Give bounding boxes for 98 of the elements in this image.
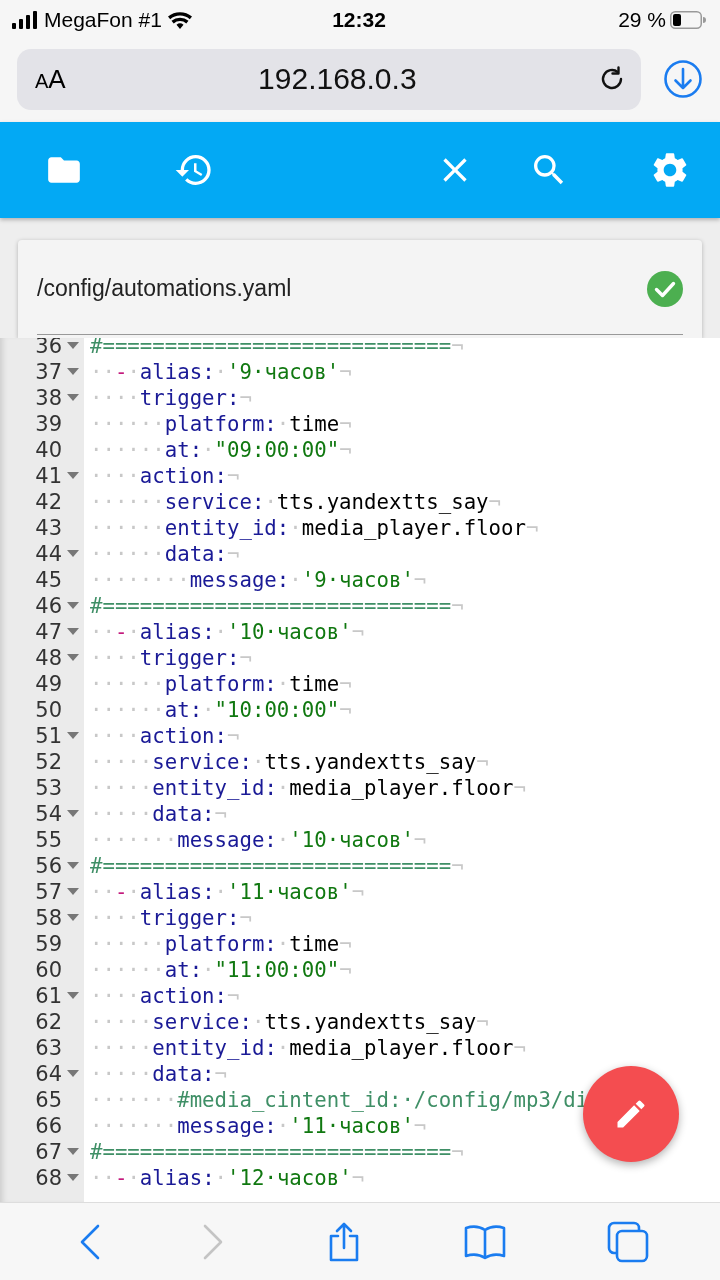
- wifi-icon: [167, 11, 192, 29]
- code-line: ··-·alias:·'12·часов'¬: [89, 1165, 365, 1191]
- code-line: ······data:¬: [89, 541, 240, 567]
- fold-arrow-icon[interactable]: [67, 394, 79, 402]
- line-number: 54: [34, 801, 62, 827]
- url-text: 192.168.0.3: [257, 62, 418, 96]
- fold-arrow-icon[interactable]: [67, 654, 79, 662]
- code-line: ····action:¬: [89, 983, 240, 1009]
- fold-arrow-icon[interactable]: [67, 628, 79, 636]
- address-field[interactable]: AA 192.168.0.3: [17, 48, 641, 110]
- code-line: ·····data:¬: [89, 801, 228, 827]
- code-line: ·······message:·'11·часов'¬: [89, 1113, 427, 1139]
- code-line: ··-·alias:·'9·часов'¬: [89, 359, 352, 385]
- code-line: ··-·alias:·'10·часов'¬: [89, 619, 365, 645]
- fold-arrow-icon[interactable]: [67, 1070, 79, 1078]
- line-number: 57: [34, 879, 62, 905]
- bookmarks-icon[interactable]: [463, 1223, 506, 1260]
- code-line: ····trigger:¬: [89, 385, 252, 411]
- fold-arrow-icon[interactable]: [67, 862, 79, 870]
- code-line: ·····entity_id:·media_player.floor¬: [89, 775, 526, 801]
- code-line: #============================¬: [89, 1139, 464, 1165]
- line-number: 49: [34, 671, 62, 697]
- line-number: 66: [34, 1113, 62, 1139]
- line-number: 44: [34, 541, 62, 567]
- code-line: ·····data:¬: [89, 1061, 228, 1087]
- line-number: 61: [34, 983, 62, 1009]
- valid-check-icon: [647, 270, 683, 307]
- path-field[interactable]: /config/automations.yaml: [37, 240, 683, 335]
- line-number: 67: [34, 1139, 62, 1165]
- line-number: 41: [34, 463, 62, 489]
- code-line: ······platform:·time¬: [89, 931, 352, 957]
- line-number: 36: [34, 338, 62, 359]
- line-number: 52: [34, 749, 62, 775]
- code-line: ······entity_id:·media_player.floor¬: [89, 515, 539, 541]
- code-line: ······at:·"11:00:00"¬: [89, 957, 352, 983]
- fold-arrow-icon[interactable]: [67, 1174, 79, 1182]
- code-line: ·······message:·'10·часов'¬: [89, 827, 427, 853]
- text-size-button[interactable]: AA: [35, 63, 66, 95]
- code-line: ····trigger:¬: [89, 905, 252, 931]
- line-number: 58: [34, 905, 62, 931]
- line-number: 55: [34, 827, 62, 853]
- line-number: 65: [34, 1087, 62, 1113]
- fold-arrow-icon[interactable]: [67, 550, 79, 558]
- code-line: ····action:¬: [89, 723, 240, 749]
- line-number: 42: [34, 489, 62, 515]
- code-line: ·······#media_cintent_id:·/config/mp3/di: [89, 1087, 589, 1113]
- code-line: #============================¬: [89, 853, 464, 879]
- line-number: 63: [34, 1035, 62, 1061]
- battery-percent: 29 %: [618, 8, 666, 32]
- fold-arrow-icon[interactable]: [67, 1148, 79, 1156]
- fold-arrow-icon[interactable]: [67, 888, 79, 896]
- code-line: ······platform:·time¬: [89, 671, 352, 697]
- line-number: 38: [34, 385, 62, 411]
- back-chevron-icon[interactable]: [78, 1223, 101, 1260]
- line-number: 68: [34, 1165, 62, 1191]
- code-line: ········message:·'9·часов'¬: [89, 567, 427, 593]
- carrier-name: MegaFon #1: [44, 8, 162, 32]
- line-number: 46: [34, 593, 62, 619]
- code-line: ······platform:·time¬: [89, 411, 352, 437]
- signal-icon: [12, 11, 38, 29]
- line-number: 59: [34, 931, 62, 957]
- line-number: 47: [34, 619, 62, 645]
- code-line: ······at:·"09:00:00"¬: [89, 437, 352, 463]
- line-number: 45: [34, 567, 62, 593]
- fold-arrow-icon[interactable]: [67, 472, 79, 480]
- tabs-icon[interactable]: [607, 1220, 650, 1263]
- code-line: ····action:¬: [89, 463, 240, 489]
- code-line: ····trigger:¬: [89, 645, 252, 671]
- line-number: 56: [34, 853, 62, 879]
- line-number: 40: [34, 437, 62, 463]
- download-icon[interactable]: [663, 59, 703, 99]
- line-number: 53: [34, 775, 62, 801]
- line-number: 43: [34, 515, 62, 541]
- fold-arrow-icon[interactable]: [67, 810, 79, 818]
- line-number: 37: [34, 359, 62, 385]
- code-line: #============================¬: [89, 593, 464, 619]
- fold-arrow-icon[interactable]: [67, 992, 79, 1000]
- line-number: 64: [34, 1061, 62, 1087]
- line-number: 62: [34, 1009, 62, 1035]
- code-line: ·····service:·tts.yandextts_say¬: [89, 1009, 489, 1035]
- battery-icon: [670, 11, 706, 29]
- fold-arrow-icon[interactable]: [67, 368, 79, 376]
- fold-arrow-icon[interactable]: [67, 914, 79, 922]
- line-number: 48: [34, 645, 62, 671]
- code-line: ·····service:·tts.yandextts_say¬: [89, 749, 489, 775]
- code-line: #============================¬: [89, 338, 464, 359]
- code-line: ······at:·"10:00:00"¬: [89, 697, 352, 723]
- fold-arrow-icon[interactable]: [67, 342, 79, 350]
- line-number: 60: [34, 957, 62, 983]
- code-line: ······service:·tts.yandextts_say¬: [89, 489, 502, 515]
- line-number: 39: [34, 411, 62, 437]
- fold-arrow-icon[interactable]: [67, 602, 79, 610]
- code-line: ··-·alias:·'11·часов'¬: [89, 879, 365, 905]
- line-number: 51: [34, 723, 62, 749]
- fold-arrow-icon[interactable]: [67, 732, 79, 740]
- clock-time: 12:32: [332, 8, 386, 32]
- code-line: ·····entity_id:·media_player.floor¬: [89, 1035, 526, 1061]
- line-number: 50: [34, 697, 62, 723]
